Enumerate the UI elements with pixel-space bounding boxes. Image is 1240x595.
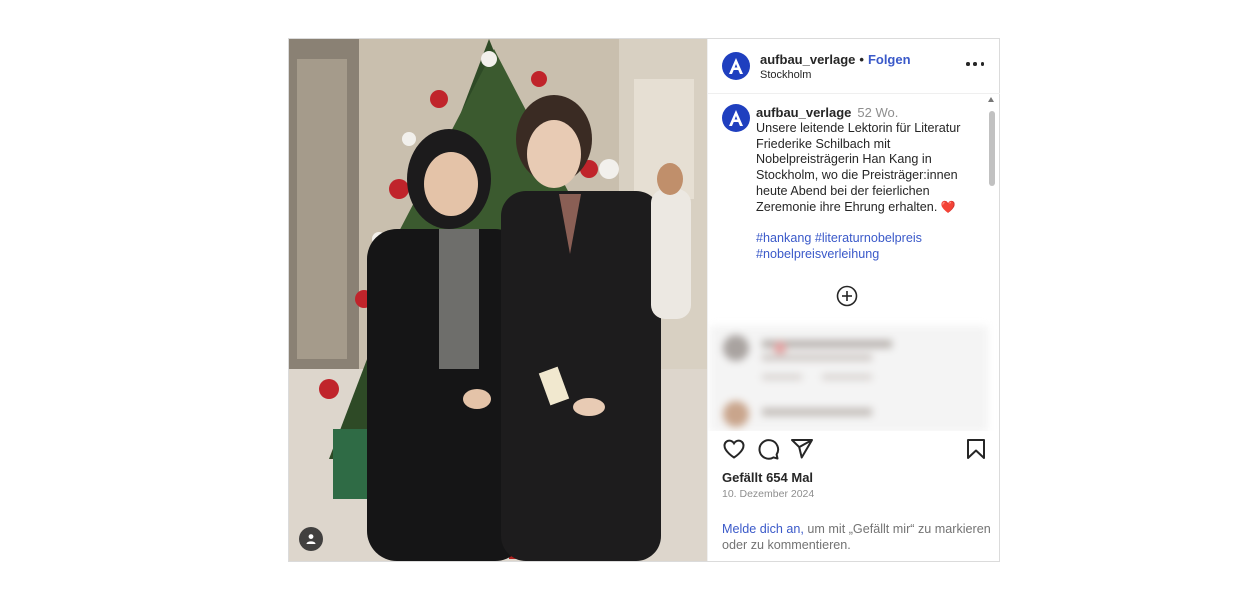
hashtag-link[interactable]: #hankang bbox=[756, 231, 811, 245]
more-dot bbox=[973, 62, 977, 66]
bookmark-icon[interactable] bbox=[964, 437, 988, 461]
likes-count[interactable]: Gefällt 654 Mal bbox=[722, 470, 813, 485]
more-dot bbox=[980, 62, 984, 66]
login-link[interactable]: Melde dich an, bbox=[722, 522, 804, 536]
login-prompt: Melde dich an, um mit „Gefällt mir“ zu m… bbox=[722, 521, 992, 553]
post-date[interactable]: 10. Dezember 2024 bbox=[722, 488, 814, 500]
profile-avatar[interactable] bbox=[722, 52, 750, 80]
scroll-up-icon[interactable] bbox=[988, 97, 994, 102]
user-icon bbox=[306, 534, 316, 544]
header-username[interactable]: aufbau_verlage bbox=[760, 52, 855, 67]
follow-button[interactable]: Folgen bbox=[868, 52, 911, 67]
location-label[interactable]: Stockholm bbox=[760, 69, 811, 81]
tagged-users-button[interactable] bbox=[299, 527, 323, 551]
comments-scrollbar[interactable] bbox=[988, 97, 998, 431]
heart-icon[interactable] bbox=[722, 437, 746, 461]
caption-time[interactable]: 52 Wo. bbox=[857, 105, 898, 120]
send-icon[interactable] bbox=[790, 437, 814, 461]
more-options-button[interactable] bbox=[966, 57, 984, 71]
load-more-comments-icon[interactable] bbox=[836, 285, 858, 307]
comment-icon[interactable] bbox=[756, 437, 780, 461]
caption-header: aufbau_verlage 52 Wo. bbox=[756, 105, 898, 120]
hashtag-list: #hankang #literaturnobelpreis #nobelprei… bbox=[756, 231, 966, 262]
post-header: aufbau_verlage • Folgen Stockholm bbox=[708, 39, 1000, 94]
action-bar bbox=[708, 437, 1000, 465]
caption-username[interactable]: aufbau_verlage bbox=[756, 105, 851, 120]
hashtag-link[interactable]: #nobelpreisverleihung bbox=[756, 247, 879, 261]
photo-image bbox=[289, 39, 707, 561]
scroll-thumb[interactable] bbox=[989, 111, 995, 186]
caption-avatar[interactable] bbox=[722, 104, 750, 132]
caption-body: Unsere leitende Lektorin für Literatur F… bbox=[756, 121, 961, 214]
aufbau-logo-icon bbox=[729, 110, 743, 126]
blurred-comments bbox=[710, 326, 988, 431]
comments-section[interactable]: aufbau_verlage 52 Wo. Unsere leitende Lek… bbox=[708, 94, 1000, 431]
post-photo[interactable] bbox=[289, 39, 707, 561]
header-user-row: aufbau_verlage • Folgen bbox=[760, 52, 911, 67]
separator-dot: • bbox=[859, 52, 864, 67]
more-horizontal-icon bbox=[966, 62, 970, 66]
instagram-post: aufbau_verlage • Folgen Stockholm aufbau_v… bbox=[288, 38, 1000, 562]
post-sidebar: aufbau_verlage • Folgen Stockholm aufbau_v… bbox=[707, 39, 1000, 561]
hashtag-link[interactable]: #literaturnobelpreis bbox=[815, 231, 922, 245]
heart-emoji: ❤️ bbox=[940, 199, 956, 214]
aufbau-logo-icon bbox=[729, 58, 743, 74]
caption-text: Unsere leitende Lektorin für Literatur F… bbox=[756, 121, 966, 215]
blurred-comments-image bbox=[723, 335, 892, 427]
